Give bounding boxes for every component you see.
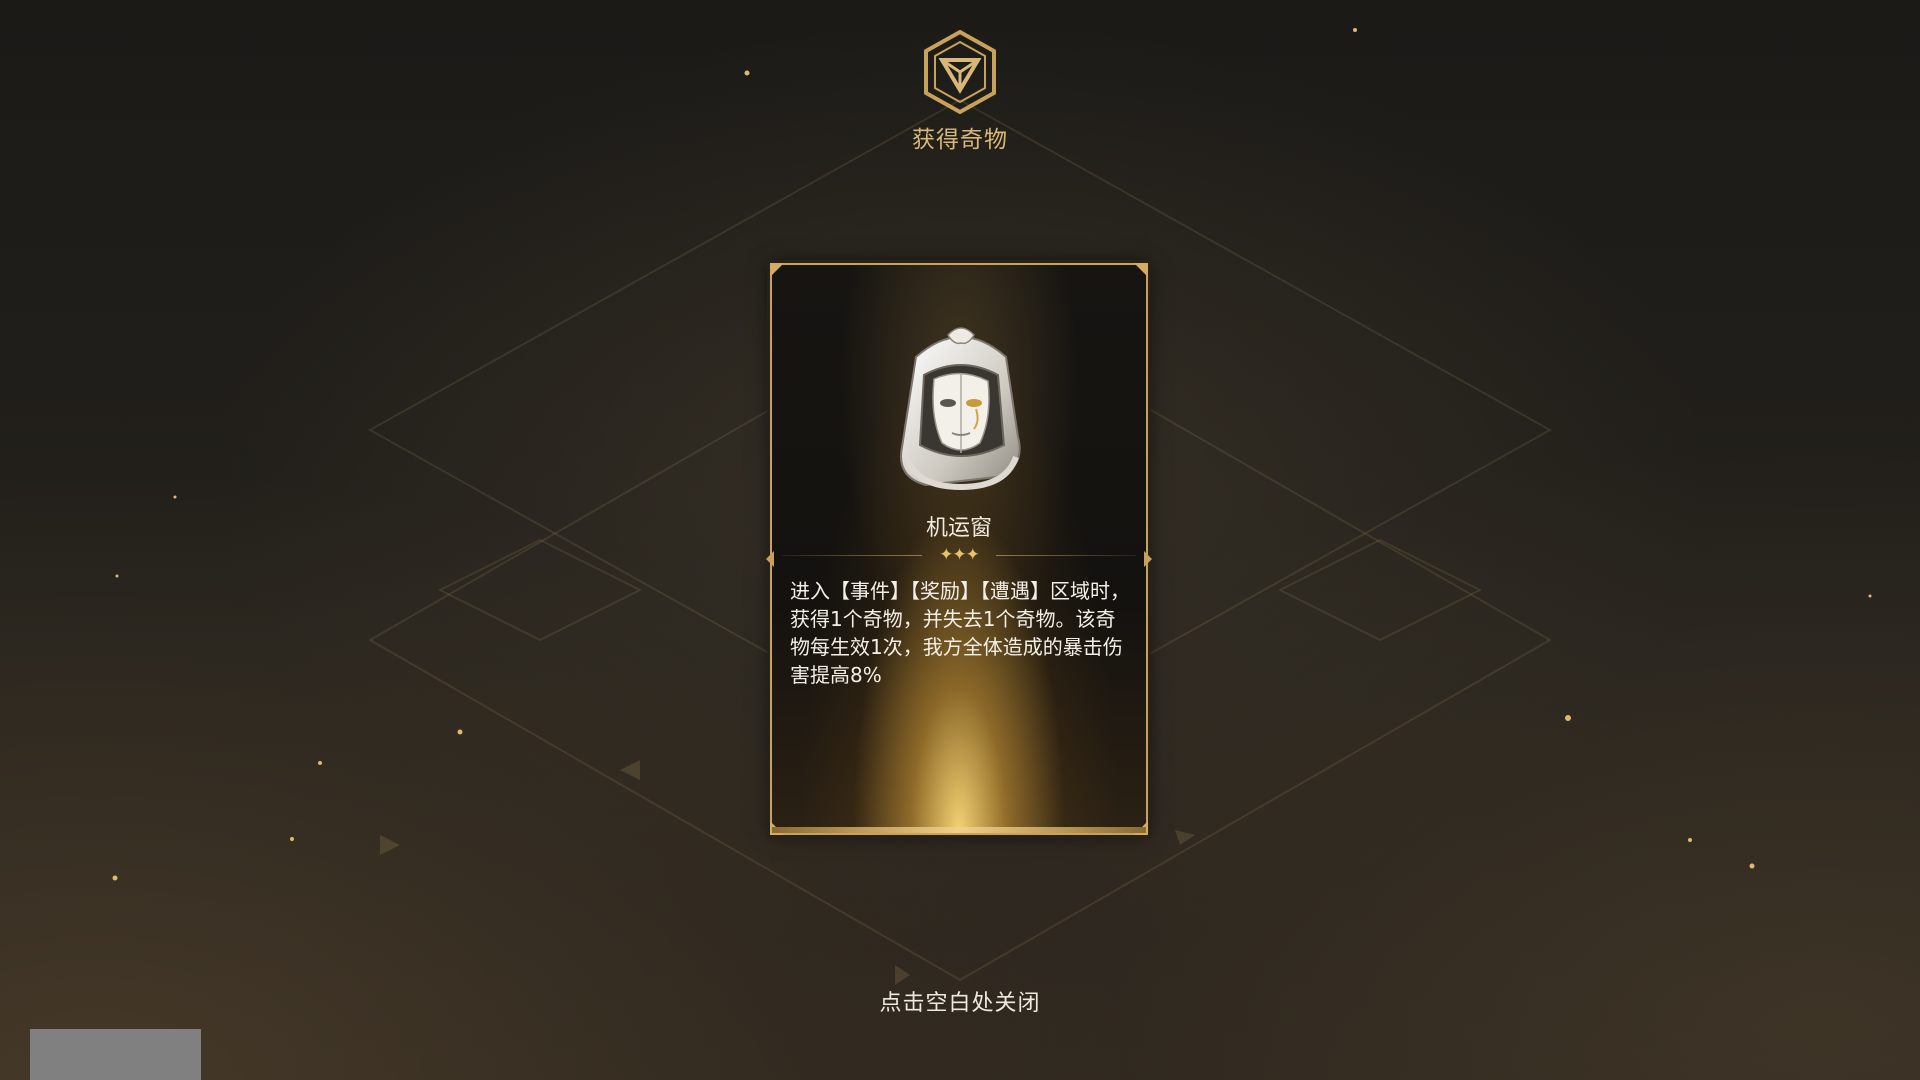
rarity-stars: ✦✦✦ (772, 545, 1146, 565)
header: 获得奇物 (860, 30, 1060, 160)
card-bottom-bar (772, 827, 1146, 833)
star-icons: ✦✦✦ (939, 545, 980, 565)
curio-card: 机运窗 ✦✦✦ 进入【事件】【奖励】【遭遇】区域时，获得1个奇物，并失去1个奇物… (766, 263, 1152, 835)
close-hint: 点击空白处关闭 (879, 991, 1041, 1016)
card-corner-decoration (1134, 263, 1148, 277)
placeholder-block (30, 1029, 201, 1080)
item-description: 进入【事件】【奖励】【遭遇】区域时，获得1个奇物，并失去1个奇物。该奇物每生效1… (790, 579, 1130, 687)
curio-obtained-screen[interactable]: 获得奇物 机运窗 ✦✦✦ 进入【事件】【奖励】【遭遇】区域时，获得1个奇物，并失… (0, 0, 1920, 1080)
mask-frame-icon (900, 327, 1021, 491)
page-title: 获得奇物 (912, 127, 1008, 153)
triangle-emblem-icon (924, 30, 996, 114)
item-name: 机运窗 (925, 516, 992, 541)
card-corner-decoration (770, 263, 784, 277)
